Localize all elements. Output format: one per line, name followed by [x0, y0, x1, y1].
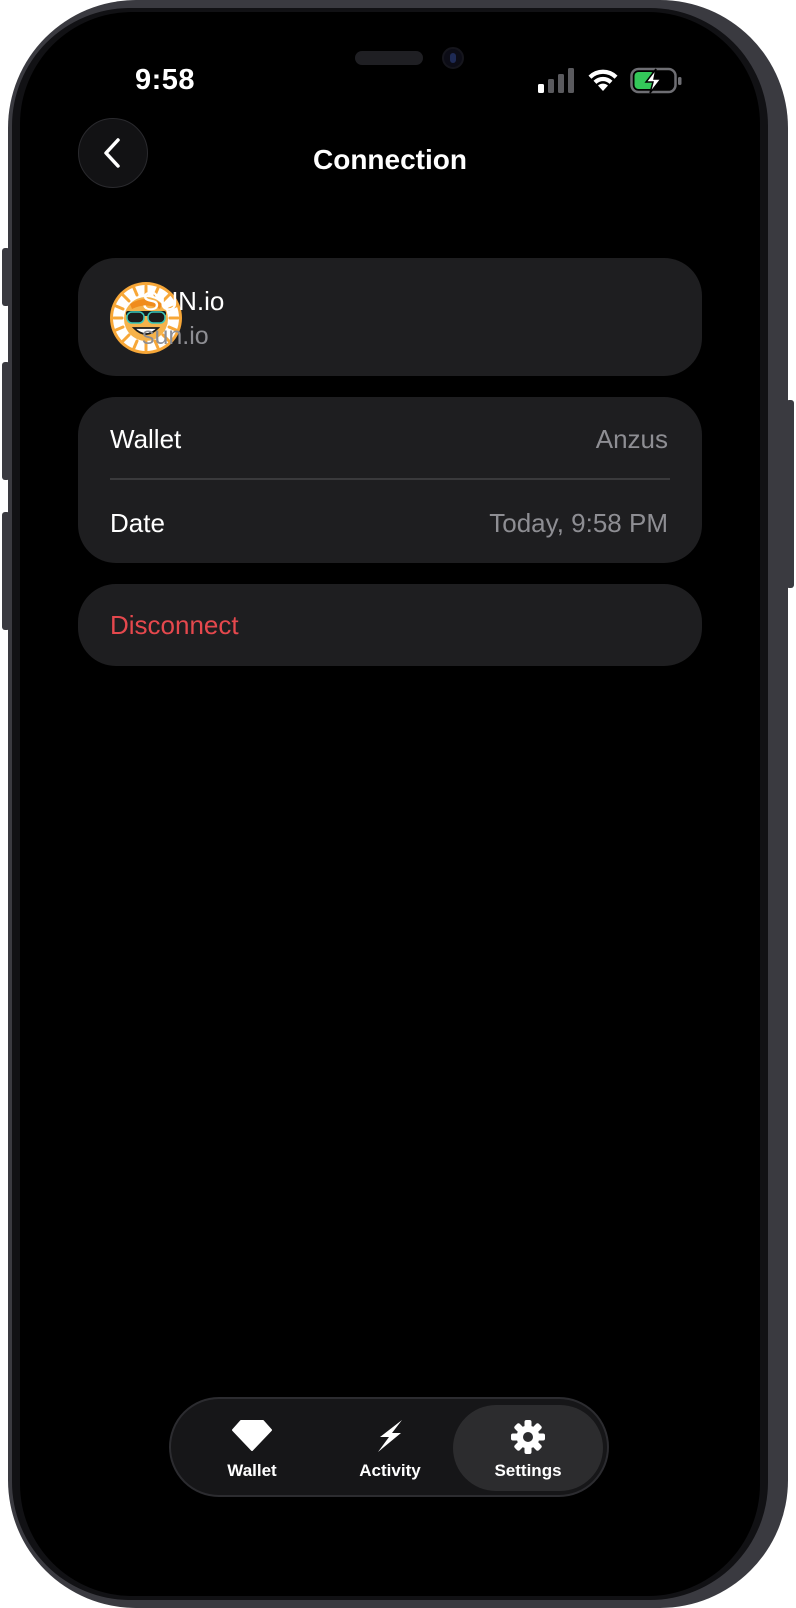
page-title: Connection: [313, 144, 467, 175]
device-side-button-volume-up: [2, 362, 10, 480]
tab-bar: Wallet Activity Settings: [169, 1397, 609, 1497]
tab-activity[interactable]: Activity: [315, 1405, 465, 1491]
status-time: 9:58: [135, 64, 196, 96]
device-side-button-volume-down: [2, 512, 10, 630]
device-side-button-power: [786, 400, 794, 588]
battery-charging-icon: [630, 67, 682, 94]
date-label: Date: [110, 508, 165, 538]
details-divider: [110, 478, 670, 480]
diamond-icon: [232, 1420, 272, 1451]
signal-icon: [538, 68, 574, 93]
dapp-name: SUN.io: [142, 286, 225, 316]
earpiece-speaker: [355, 51, 423, 65]
wallet-label: Wallet: [110, 424, 182, 454]
status-icons: [538, 67, 698, 96]
phone-screen: 9:58 Connection SUN.io sun.io Wallet Anz…: [20, 12, 760, 1596]
wifi-icon: [588, 69, 618, 91]
device-side-button-silent: [2, 248, 10, 306]
tab-settings-label: Settings: [494, 1461, 562, 1480]
tab-wallet-label: Wallet: [227, 1461, 277, 1480]
tab-settings[interactable]: Settings: [453, 1405, 603, 1491]
tab-activity-label: Activity: [359, 1461, 421, 1480]
lightning-icon: [378, 1420, 402, 1452]
date-value: Today, 9:58 PM: [489, 508, 668, 538]
tab-wallet[interactable]: Wallet: [177, 1405, 327, 1491]
dapp-url: sun.io: [142, 322, 209, 350]
disconnect-label: Disconnect: [110, 610, 239, 640]
wallet-value: Anzus: [595, 424, 668, 454]
gear-icon: [511, 1420, 545, 1454]
dapp-card: [78, 258, 702, 376]
front-camera: [442, 47, 464, 69]
